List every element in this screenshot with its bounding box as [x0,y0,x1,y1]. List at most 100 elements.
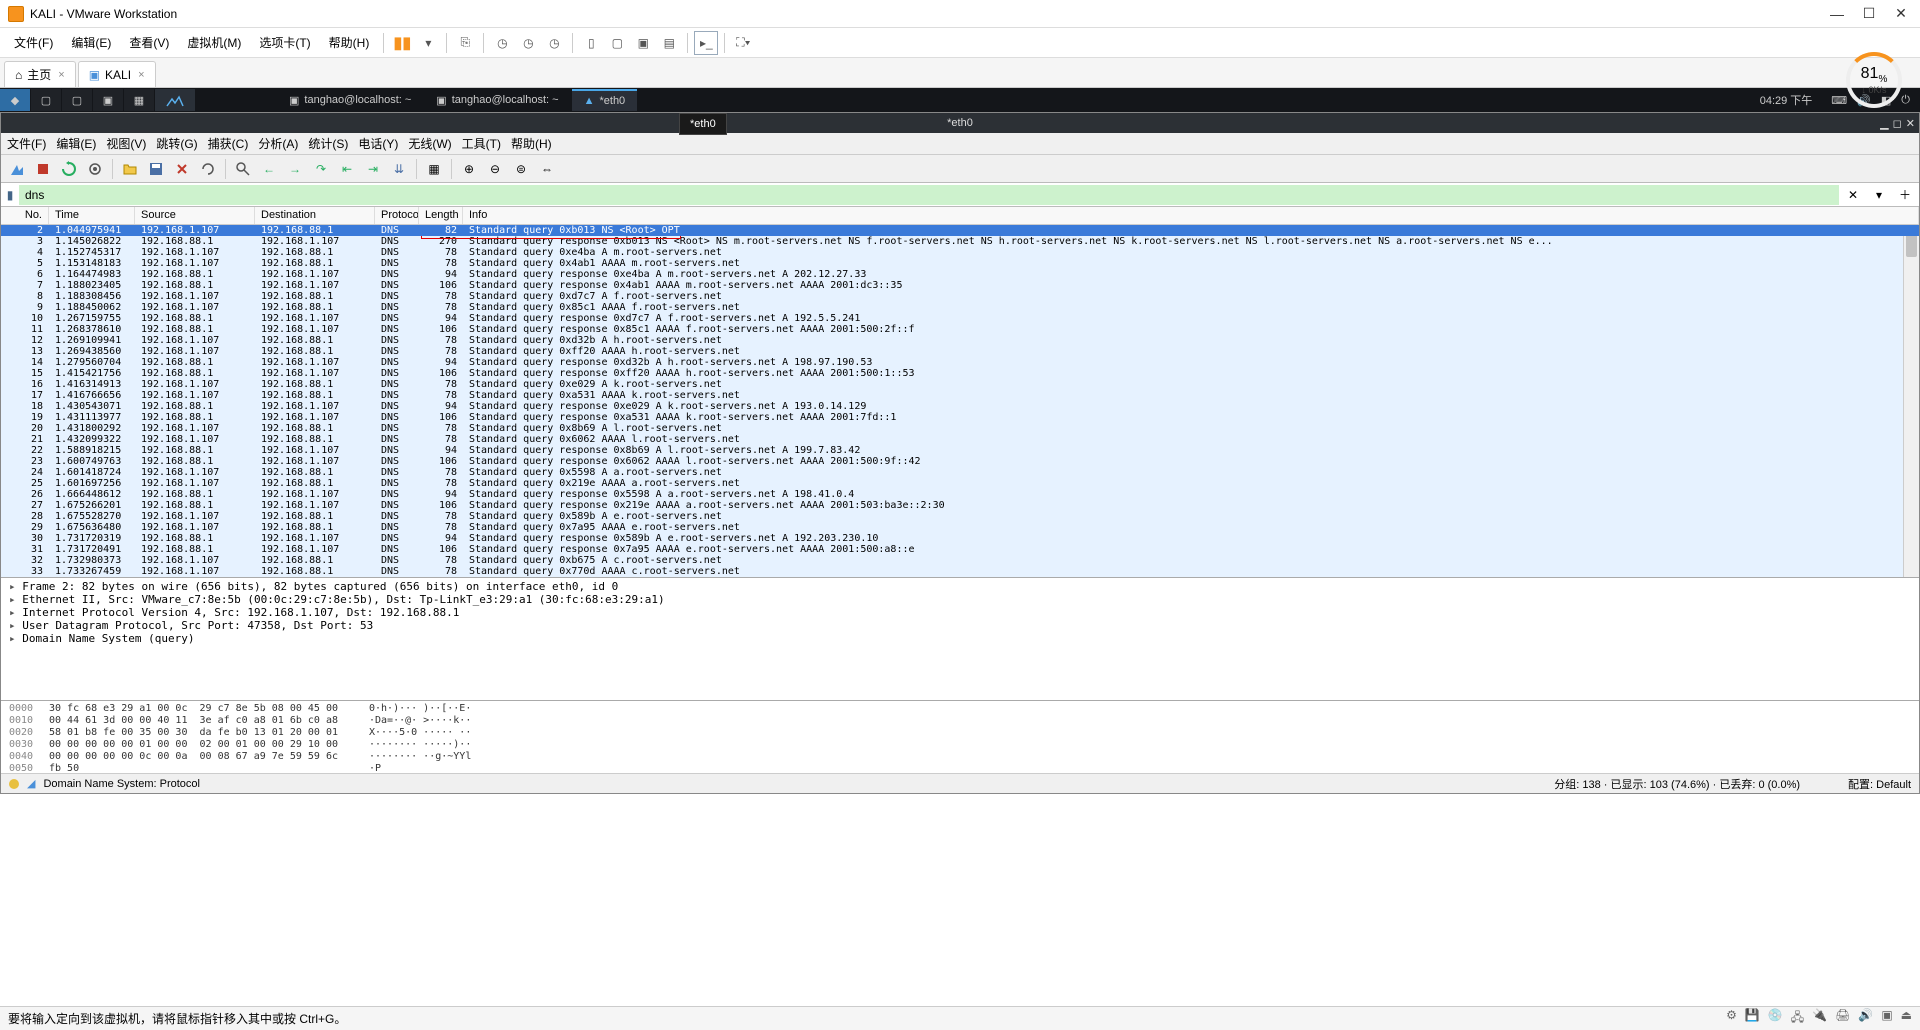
tab-home[interactable]: ⌂ 主页 × [4,61,76,87]
packet-row[interactable]: 271.675266201192.168.88.1192.168.1.107DN… [1,500,1919,511]
fullscreen-button[interactable]: ⛶▾ [731,31,755,55]
jump-button[interactable]: ↷ [309,157,333,181]
task-terminal-2[interactable]: ▣tanghao@localhost: ~ [424,89,570,111]
device-icon[interactable]: 🔊 [1858,1008,1873,1029]
taskbtn-ws[interactable] [155,89,195,111]
zoom-in-button[interactable]: ⊕ [457,157,481,181]
ws-minimize[interactable]: ▁ [1880,117,1888,130]
go-back-button[interactable]: ← [257,157,281,181]
apply-filter-button[interactable]: ▾ [1867,183,1891,207]
detail-tree-item[interactable]: Internet Protocol Version 4, Src: 192.16… [9,606,1911,619]
packet-row[interactable]: 331.733267459192.168.1.107192.168.88.1DN… [1,566,1919,577]
packet-row[interactable]: 91.188450062192.168.1.107192.168.88.1DNS… [1,302,1919,313]
zoom-out-button[interactable]: ⊖ [483,157,507,181]
stop-button[interactable] [31,157,55,181]
device-icon[interactable]: 🖧 [1791,1008,1804,1029]
menu-item[interactable]: 文件(F) [6,30,61,55]
ws-menu-item[interactable]: 统计(S) [308,135,348,152]
clock2-icon[interactable]: ◷ [516,31,540,55]
ws-menu-item[interactable]: 捕获(C) [208,135,249,152]
ws-menu-item[interactable]: 视图(V) [106,135,146,152]
packet-row[interactable]: 181.430543071192.168.88.1192.168.1.107DN… [1,401,1919,412]
reload-button[interactable] [196,157,220,181]
save-button[interactable] [144,157,168,181]
device-icon[interactable]: 💾 [1745,1008,1760,1029]
go-first-button[interactable]: ⇤ [335,157,359,181]
packet-row[interactable]: 261.666448612192.168.88.1192.168.1.107DN… [1,489,1919,500]
packet-row[interactable]: 131.269438560192.168.1.107192.168.88.1DN… [1,346,1919,357]
power-icon[interactable]: ⏻ [1901,94,1910,107]
restart-button[interactable] [57,157,81,181]
detail-tree-item[interactable]: Ethernet II, Src: VMware_c7:8e:5b (00:0c… [9,593,1911,606]
menu-item[interactable]: 虚拟机(M) [179,30,249,55]
go-forward-button[interactable]: → [283,157,307,181]
packet-row[interactable]: 81.188308456192.168.1.107192.168.88.1DNS… [1,291,1919,302]
menu-item[interactable]: 编辑(E) [63,30,119,55]
packet-row[interactable]: 311.731720491192.168.88.1192.168.1.107DN… [1,544,1919,555]
packet-row[interactable]: 31.145026822192.168.88.1192.168.1.107DNS… [1,236,1919,247]
menu-item[interactable]: 查看(V) [121,30,177,55]
resize-columns-button[interactable]: ⇔ [535,157,559,181]
ws-menu-item[interactable]: 编辑(E) [56,135,96,152]
packet-row[interactable]: 201.431800292192.168.1.107192.168.88.1DN… [1,423,1919,434]
ws-menu-item[interactable]: 文件(F) [7,135,46,152]
maximize-button[interactable]: ☐ [1862,7,1876,21]
packet-row[interactable]: 141.279560704192.168.88.1192.168.1.107DN… [1,357,1919,368]
layout4-button[interactable]: ▤ [657,31,681,55]
packet-row[interactable]: 111.268378610192.168.88.1192.168.1.107DN… [1,324,1919,335]
packet-row[interactable]: 51.153148183192.168.1.107192.168.88.1DNS… [1,258,1919,269]
ws-menu-item[interactable]: 无线(W) [408,135,451,152]
detail-tree-item[interactable]: Domain Name System (query) [9,632,1911,645]
close-button[interactable]: ✕ [1894,7,1908,21]
device-icon[interactable]: 💿 [1768,1008,1783,1029]
layout2-button[interactable]: ▢ [605,31,629,55]
packet-row[interactable]: 211.432099322192.168.1.107192.168.88.1DN… [1,434,1919,445]
packet-row[interactable]: 151.415421756192.168.88.1192.168.1.107DN… [1,368,1919,379]
device-icon[interactable]: ⏏ [1901,1008,1912,1029]
ws-maximize[interactable]: ◻ [1893,117,1902,130]
console-button[interactable]: ▸_ [694,31,718,55]
close-file-button[interactable] [170,157,194,181]
menu-item[interactable]: 选项卡(T) [251,30,318,55]
clock3-icon[interactable]: ◷ [542,31,566,55]
packet-row[interactable]: 321.732980373192.168.1.107192.168.88.1DN… [1,555,1919,566]
layout1-button[interactable]: ▯ [579,31,603,55]
taskbtn-2[interactable]: ▢ [62,89,92,111]
packet-row[interactable]: 71.188023405192.168.88.1192.168.1.107DNS… [1,280,1919,291]
packet-details[interactable]: Frame 2: 82 bytes on wire (656 bits), 82… [1,577,1919,701]
packet-row[interactable]: 241.601418724192.168.1.107192.168.88.1DN… [1,467,1919,478]
packet-list[interactable]: 对根域名服务器发起了DNS解析 21.044975941192.168.1.10… [1,225,1919,577]
clock1-icon[interactable]: ◷ [490,31,514,55]
tab-kali[interactable]: ▣ KALI × [78,61,156,87]
pause-button[interactable]: ▮▮ [390,31,414,55]
kali-menu-button[interactable]: ◆ [0,89,30,111]
status-profile[interactable]: 配置: Default [1848,776,1911,792]
ws-menu-item[interactable]: 工具(T) [462,135,501,152]
find-button[interactable] [231,157,255,181]
close-icon[interactable]: × [138,69,144,81]
capture-file-icon[interactable]: ◢ [27,777,35,790]
packet-bytes[interactable]: 0000 0010 0020 0030 0040 0050 30 fc 68 e… [1,701,1919,773]
menu-item[interactable]: 帮助(H) [321,30,378,55]
packet-row[interactable]: 301.731720319192.168.88.1192.168.1.107DN… [1,533,1919,544]
expert-led-icon[interactable] [9,779,19,789]
packet-row[interactable]: 291.675636480192.168.1.107192.168.88.1DN… [1,522,1919,533]
packet-row[interactable]: 231.600749763192.168.88.1192.168.1.107DN… [1,456,1919,467]
packet-row[interactable]: 281.675528270192.168.1.107192.168.88.1DN… [1,511,1919,522]
packet-row[interactable]: 191.431113977192.168.88.1192.168.1.107DN… [1,412,1919,423]
go-last-button[interactable]: ⇥ [361,157,385,181]
ws-close[interactable]: ✕ [1906,117,1915,130]
packet-row[interactable]: 221.588918215192.168.88.1192.168.1.107DN… [1,445,1919,456]
power-dropdown[interactable]: ▾ [416,31,440,55]
ws-menu-item[interactable]: 帮助(H) [511,135,552,152]
hex-bytes[interactable]: 30 fc 68 e3 29 a1 00 0c 29 c7 8e 5b 08 0… [49,703,369,771]
device-icon[interactable]: ▣ [1881,1008,1892,1029]
device-icon[interactable]: ⚙ [1726,1008,1737,1029]
ws-menu-item[interactable]: 电话(Y) [358,135,398,152]
device-icon[interactable]: 🔌 [1812,1008,1827,1029]
task-terminal-1[interactable]: ▣tanghao@localhost: ~ [277,89,423,111]
colorize-button[interactable]: ▦ [422,157,446,181]
detail-tree-item[interactable]: Frame 2: 82 bytes on wire (656 bits), 82… [9,580,1911,593]
clock[interactable]: 04:29 下午 [1752,92,1821,108]
shark-fin-icon[interactable] [5,157,29,181]
